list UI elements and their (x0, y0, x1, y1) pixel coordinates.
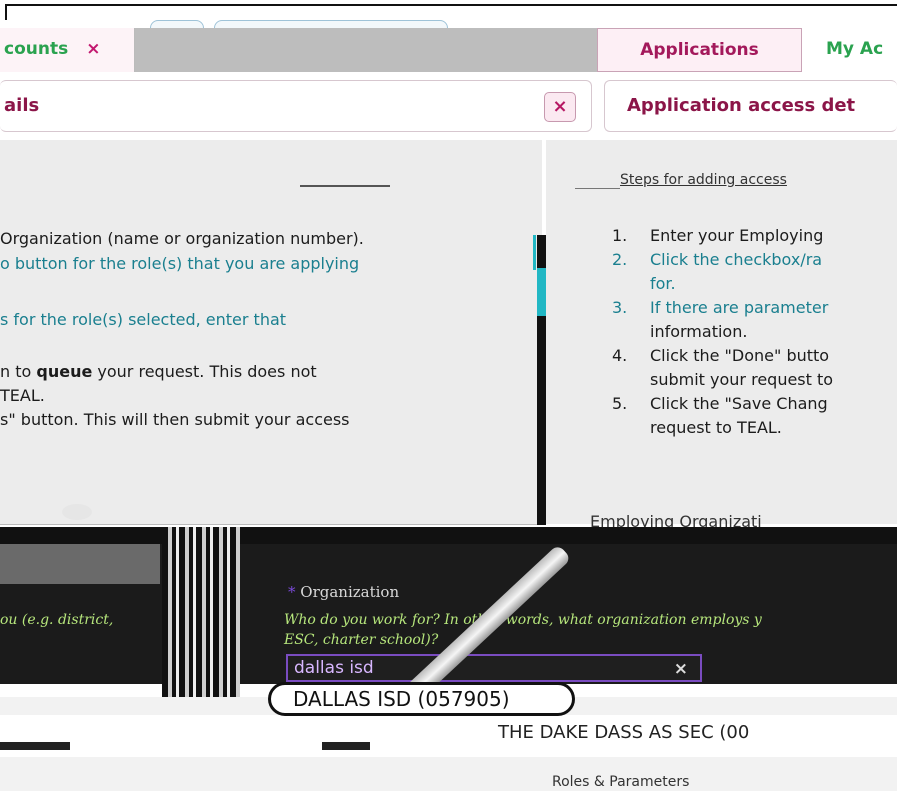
queue-emphasis: queue (36, 362, 93, 381)
step-text: submit your request to (650, 370, 834, 389)
step-text: for. (650, 274, 676, 293)
tab-close-icon[interactable]: × (86, 39, 100, 59)
org-help-line-2: ESC, charter school)? (284, 632, 439, 648)
step-text: information. (650, 322, 748, 341)
left-panel-body (0, 140, 542, 525)
tab-accounts[interactable]: counts × (0, 28, 135, 72)
step-text: Click the "Save Chang (650, 394, 828, 413)
step-text: request to TEAL. (650, 418, 782, 437)
step-item: 2. Click the checkbox/ra (612, 250, 897, 274)
right-panel-header: Application access det (604, 80, 897, 132)
org-label: * Organization (288, 583, 399, 601)
form-left-block (0, 544, 160, 584)
scroll-indicator[interactable] (533, 235, 536, 270)
step-item: 4. Click the "Done" butto (612, 346, 897, 370)
close-panel-button[interactable]: × (544, 92, 576, 122)
clear-input-icon[interactable]: × (674, 659, 688, 679)
step-number: 1. (612, 226, 628, 245)
step-text: Click the checkbox/ra (650, 250, 823, 269)
section-rule (575, 188, 620, 189)
step-text: If there are parameter (650, 298, 829, 317)
left-panel-header: ails (0, 80, 592, 132)
selected-org-title: THE DAKE DASS AS SEC (00 (498, 722, 750, 743)
org-suggestion-item[interactable]: DALLAS ISD (057905) (268, 682, 575, 716)
bottom-bar-mark-2 (322, 742, 370, 750)
step-item: 3. If there are parameter (612, 298, 897, 322)
instruction-line-4: n to queue your request. This does not (0, 362, 317, 381)
organization-search-input[interactable]: dallas isd × (286, 654, 702, 682)
org-hint-left: ou (e.g. district, (0, 612, 114, 628)
step-text: Enter your Employing (650, 226, 824, 245)
window-left-border (5, 4, 7, 20)
step-item: information. (612, 322, 897, 346)
step-number: 2. (612, 250, 628, 269)
step-number: 3. (612, 298, 628, 317)
tab-applications[interactable]: Applications (597, 28, 802, 72)
steps-section-title: Steps for adding access (620, 172, 787, 188)
instruction-line-1: Organization (name or organization numbe… (0, 229, 364, 248)
step-text: Click the "Done" butto (650, 346, 830, 365)
steps-list: 1. Enter your Employing 2. Click the check… (612, 226, 897, 442)
form-divider-stripes (162, 527, 240, 702)
roles-parameters-label: Roles & Parameters (552, 774, 690, 790)
form-header-band (0, 527, 897, 544)
step-number: 4. (612, 346, 628, 365)
tab-bar-gap (135, 28, 597, 72)
org-help-line-1: Who do you work for? In other words, wha… (284, 612, 762, 628)
step-item: for. (612, 274, 897, 298)
left-section-heading-fragment (300, 185, 390, 187)
bottom-strip (0, 715, 897, 757)
instruction-line-5: TEAL. (0, 386, 45, 405)
right-panel-title: Application access det (627, 95, 856, 116)
step-item: request to TEAL. (612, 418, 897, 442)
required-marker: * (288, 583, 296, 601)
step-number: 5. (612, 394, 628, 413)
tab-my-accounts[interactable]: My Ac (802, 28, 897, 72)
instruction-line-3: s for the role(s) selected, enter that (0, 310, 287, 329)
step-item: 1. Enter your Employing (612, 226, 897, 250)
window-top-border (5, 4, 897, 6)
org-input-value: dallas isd (294, 658, 374, 678)
left-panel-title: ails (4, 95, 40, 116)
step-item: 5. Click the "Save Chang (612, 394, 897, 418)
step-item: submit your request to (612, 370, 897, 394)
bottom-bar-mark (0, 742, 70, 750)
resize-handle[interactable] (62, 504, 92, 520)
splitter-grip[interactable] (537, 268, 546, 316)
instruction-line-6: s" button. This will then submit your ac… (0, 410, 350, 429)
tab-accounts-label: counts (4, 39, 69, 59)
org-label-text: Organization (300, 583, 400, 601)
instruction-line-2: o button for the role(s) that you are ap… (0, 254, 360, 273)
